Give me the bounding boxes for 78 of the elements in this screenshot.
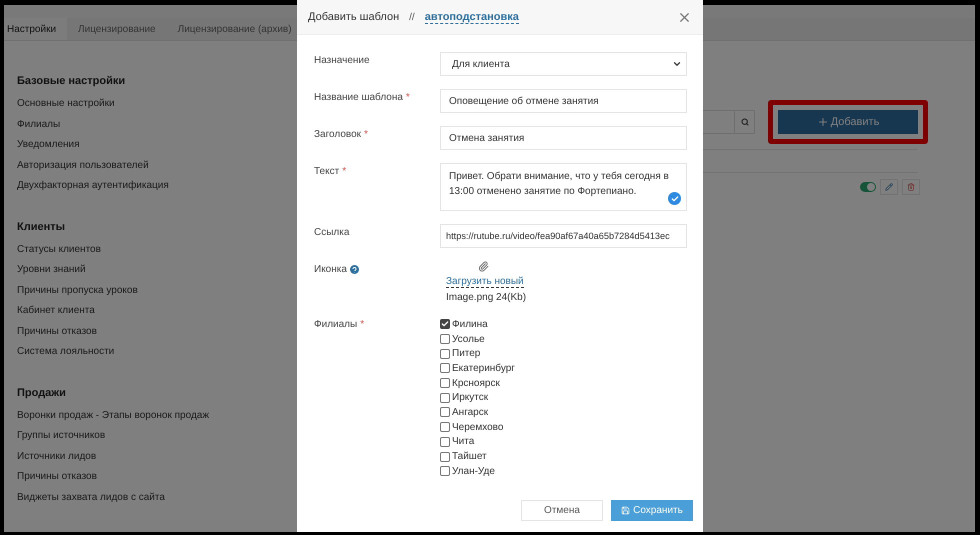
sidebar-link[interactable]: Причины отказов [17, 471, 297, 482]
checkbox-option[interactable]: Черемхово [440, 420, 687, 434]
checkbox[interactable] [440, 392, 450, 403]
section-heading: Клиенты [17, 220, 66, 232]
checkbox-option[interactable]: Филина [440, 317, 687, 332]
save-button[interactable]: Сохранить [611, 500, 693, 521]
field-label: Ссылка [314, 227, 350, 238]
required-mark: * [406, 92, 410, 103]
field-label: Заголовок [314, 129, 362, 140]
text-field[interactable]: Отмена занятия [440, 126, 687, 150]
field-label: Филиалы [314, 319, 358, 330]
checkbox[interactable] [440, 348, 450, 359]
checkbox-option[interactable]: Питер [440, 346, 687, 362]
required-mark: * [360, 319, 364, 330]
sidebar-link[interactable]: Причины отказов [17, 326, 297, 336]
required-mark: * [342, 166, 346, 177]
save-icon [621, 506, 630, 515]
sidebar-link[interactable]: Филиалы [17, 118, 297, 130]
sidebar-link[interactable]: Кабинет клиента [17, 305, 297, 316]
dialog-title: Добавить шаблон [308, 11, 400, 23]
checkbox[interactable] [440, 378, 450, 388]
checkbox-option[interactable]: Чита [440, 434, 687, 450]
sidebar-link[interactable]: Группы источников [17, 430, 297, 441]
checkbox[interactable] [440, 422, 450, 432]
chevron-down-icon [672, 59, 682, 69]
checkbox-option[interactable]: Улан-Уде [440, 464, 687, 479]
separator: // [409, 12, 415, 22]
delete-button[interactable] [902, 179, 920, 195]
sidebar-link[interactable]: Уровни знаний [17, 264, 297, 275]
cancel-button[interactable]: Отмена [521, 500, 603, 521]
sidebar-link[interactable]: Воронки продаж - Этапы воронок продаж [17, 410, 297, 420]
sidebar-link[interactable]: Источники лидов [17, 450, 297, 462]
tab[interactable]: Настройки [4, 18, 68, 40]
sidebar-link[interactable]: Двухфакторная аутентификация [17, 180, 297, 191]
field-label: Иконка [314, 264, 347, 275]
edit-button[interactable] [880, 179, 898, 195]
trash-icon [907, 183, 915, 191]
toggle-switch[interactable] [860, 182, 876, 192]
section-heading: Продажи [17, 386, 67, 398]
text-field[interactable]: https://rutube.ru/video/fea90af67a40a65b7284d5413ec [440, 224, 687, 248]
checkbox-option[interactable]: Крсноярск [440, 376, 687, 390]
section-heading: Базовые настройки [17, 75, 126, 87]
autosubstitution-link[interactable]: автоподстановка [424, 10, 519, 24]
checkbox[interactable] [440, 319, 450, 330]
checkbox-option[interactable]: Ангарск [440, 405, 687, 420]
sidebar-link[interactable]: Система лояльности [17, 346, 297, 357]
checkbox[interactable] [440, 363, 450, 374]
sidebar-link[interactable]: Основные настройки [17, 98, 297, 109]
checkbox[interactable] [440, 407, 450, 418]
required-mark: * [364, 129, 368, 140]
paperclip-icon [478, 261, 489, 272]
check-icon [668, 192, 681, 205]
sidebar-link[interactable]: Уведомления [17, 139, 297, 150]
field-label: Название шаблона [314, 92, 403, 103]
checkbox-option[interactable]: Иркутск [440, 390, 687, 406]
plus-icon [816, 116, 829, 128]
help-icon[interactable] [350, 265, 359, 274]
select-field[interactable]: Для клиента [440, 52, 687, 76]
text-field[interactable]: Оповещение об отмене занятия [440, 89, 687, 113]
checkbox[interactable] [440, 452, 450, 462]
checkbox[interactable] [440, 466, 450, 476]
checkbox[interactable] [440, 436, 450, 447]
field-label: Назначение [314, 55, 370, 66]
add-button[interactable]: Добавить [778, 110, 918, 134]
checkbox-option[interactable]: Екатеринбург [440, 361, 687, 376]
sidebar-link[interactable]: Виджеты захвата лидов с сайта [17, 492, 297, 502]
sidebar-link[interactable]: Статусы клиентов [17, 244, 297, 254]
checkbox[interactable] [440, 334, 450, 344]
sidebar-link[interactable]: Причины пропуска уроков [17, 284, 297, 296]
field-label: Текст [314, 166, 340, 177]
sidebar-link[interactable]: Авторизация пользователей [17, 160, 297, 170]
checkbox-option[interactable]: Усолье [440, 332, 687, 346]
file-name: Image.png 24(Kb) [446, 292, 526, 303]
text-area[interactable]: Привет. Обрати внимание, что у тебя сегодня в 13:00 отменено занятие по Фортепиано. [440, 163, 687, 211]
upload-link[interactable]: Загрузить новый [446, 276, 524, 288]
tab[interactable]: Лицензирование [75, 18, 167, 40]
pencil-icon [885, 183, 893, 191]
checkbox-option[interactable]: Тайшет [440, 449, 687, 464]
